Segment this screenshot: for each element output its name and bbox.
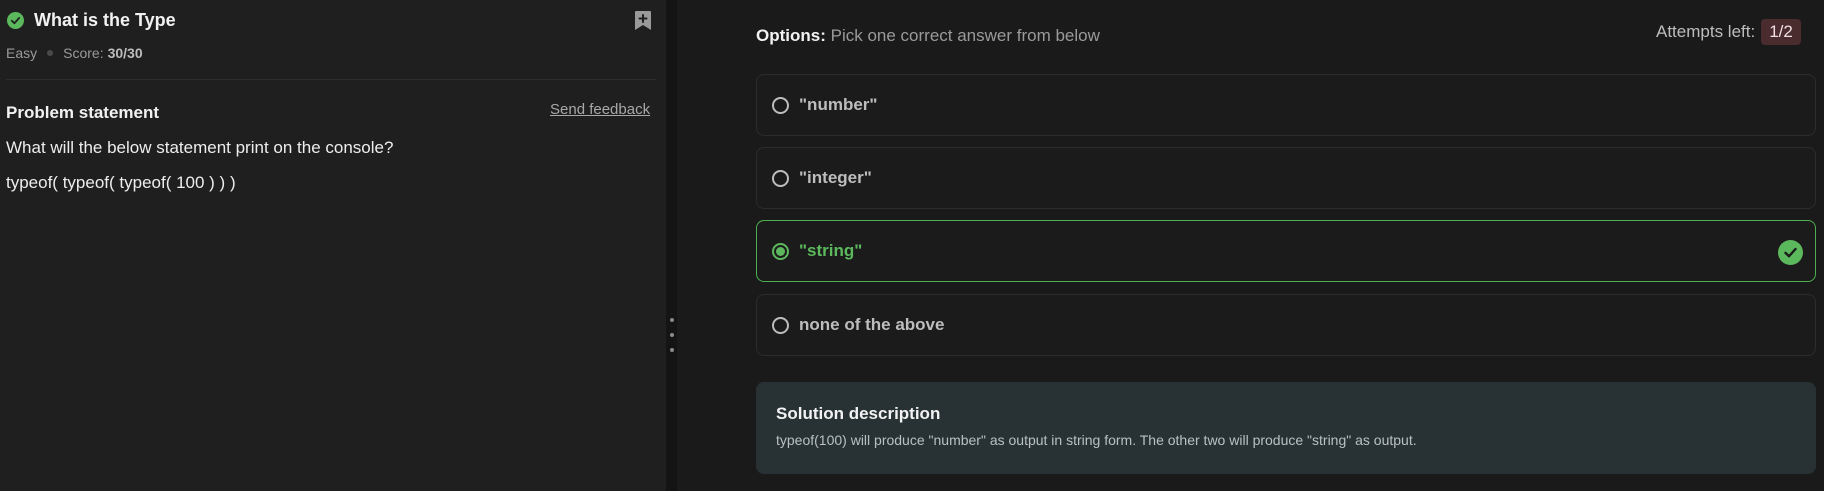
problem-question: What will the below statement print on t…: [6, 138, 394, 157]
option-label: "integer": [799, 168, 872, 187]
radio-button-selected[interactable]: [772, 242, 789, 260]
option-none-of-the-above[interactable]: none of the above: [756, 294, 1816, 356]
option-string[interactable]: "string": [756, 220, 1816, 282]
handle-dot: [670, 318, 674, 322]
options-heading: Options: Pick one correct answer from be…: [756, 26, 1100, 46]
score-label: Score:: [63, 45, 104, 61]
solution-box: Solution description typeof(100) will pr…: [756, 382, 1816, 474]
attempts-badge: 1/2: [1761, 19, 1801, 45]
option-label: "number": [799, 95, 878, 114]
problem-meta: Easy Score: 30/30: [6, 45, 143, 61]
divider: [6, 79, 656, 80]
options-heading-label: Options:: [756, 26, 826, 45]
handle-dot: [670, 348, 674, 352]
radio-button[interactable]: [772, 96, 789, 114]
attempts-label: Attempts left:: [1656, 22, 1756, 41]
problem-title: What is the Type: [34, 10, 176, 30]
title-row: What is the Type: [7, 10, 176, 31]
problem-panel: What is the Type Easy Score: 30/30 Probl…: [0, 0, 666, 491]
send-feedback-link[interactable]: Send feedback: [550, 101, 650, 118]
answer-panel: Options: Pick one correct answer from be…: [677, 0, 1824, 491]
handle-dot: [670, 333, 674, 337]
problem-statement-heading: Problem statement: [6, 103, 160, 122]
correct-check-icon: [1778, 240, 1803, 265]
radio-button[interactable]: [772, 169, 789, 187]
attempts-indicator: Attempts left: 1/2: [1656, 19, 1801, 45]
options-heading-text: Pick one correct answer from below: [825, 26, 1100, 45]
separator-dot: [47, 50, 54, 56]
bookmark-plus-icon[interactable]: [633, 10, 653, 32]
option-number[interactable]: "number": [756, 74, 1816, 136]
difficulty-label: Easy: [6, 45, 38, 61]
score-value: 30/30: [107, 45, 143, 61]
check-circle-icon: [7, 12, 24, 29]
problem-code: typeof( typeof( typeof( 100 ) ) ): [6, 173, 236, 192]
solution-text: typeof(100) will produce "number" as out…: [776, 432, 1417, 448]
option-label: none of the above: [799, 315, 945, 334]
panel-resize-handle[interactable]: [666, 0, 677, 491]
radio-button[interactable]: [772, 316, 789, 334]
option-label: "string": [799, 241, 863, 260]
option-integer[interactable]: "integer": [756, 147, 1816, 209]
solution-heading: Solution description: [776, 404, 941, 423]
